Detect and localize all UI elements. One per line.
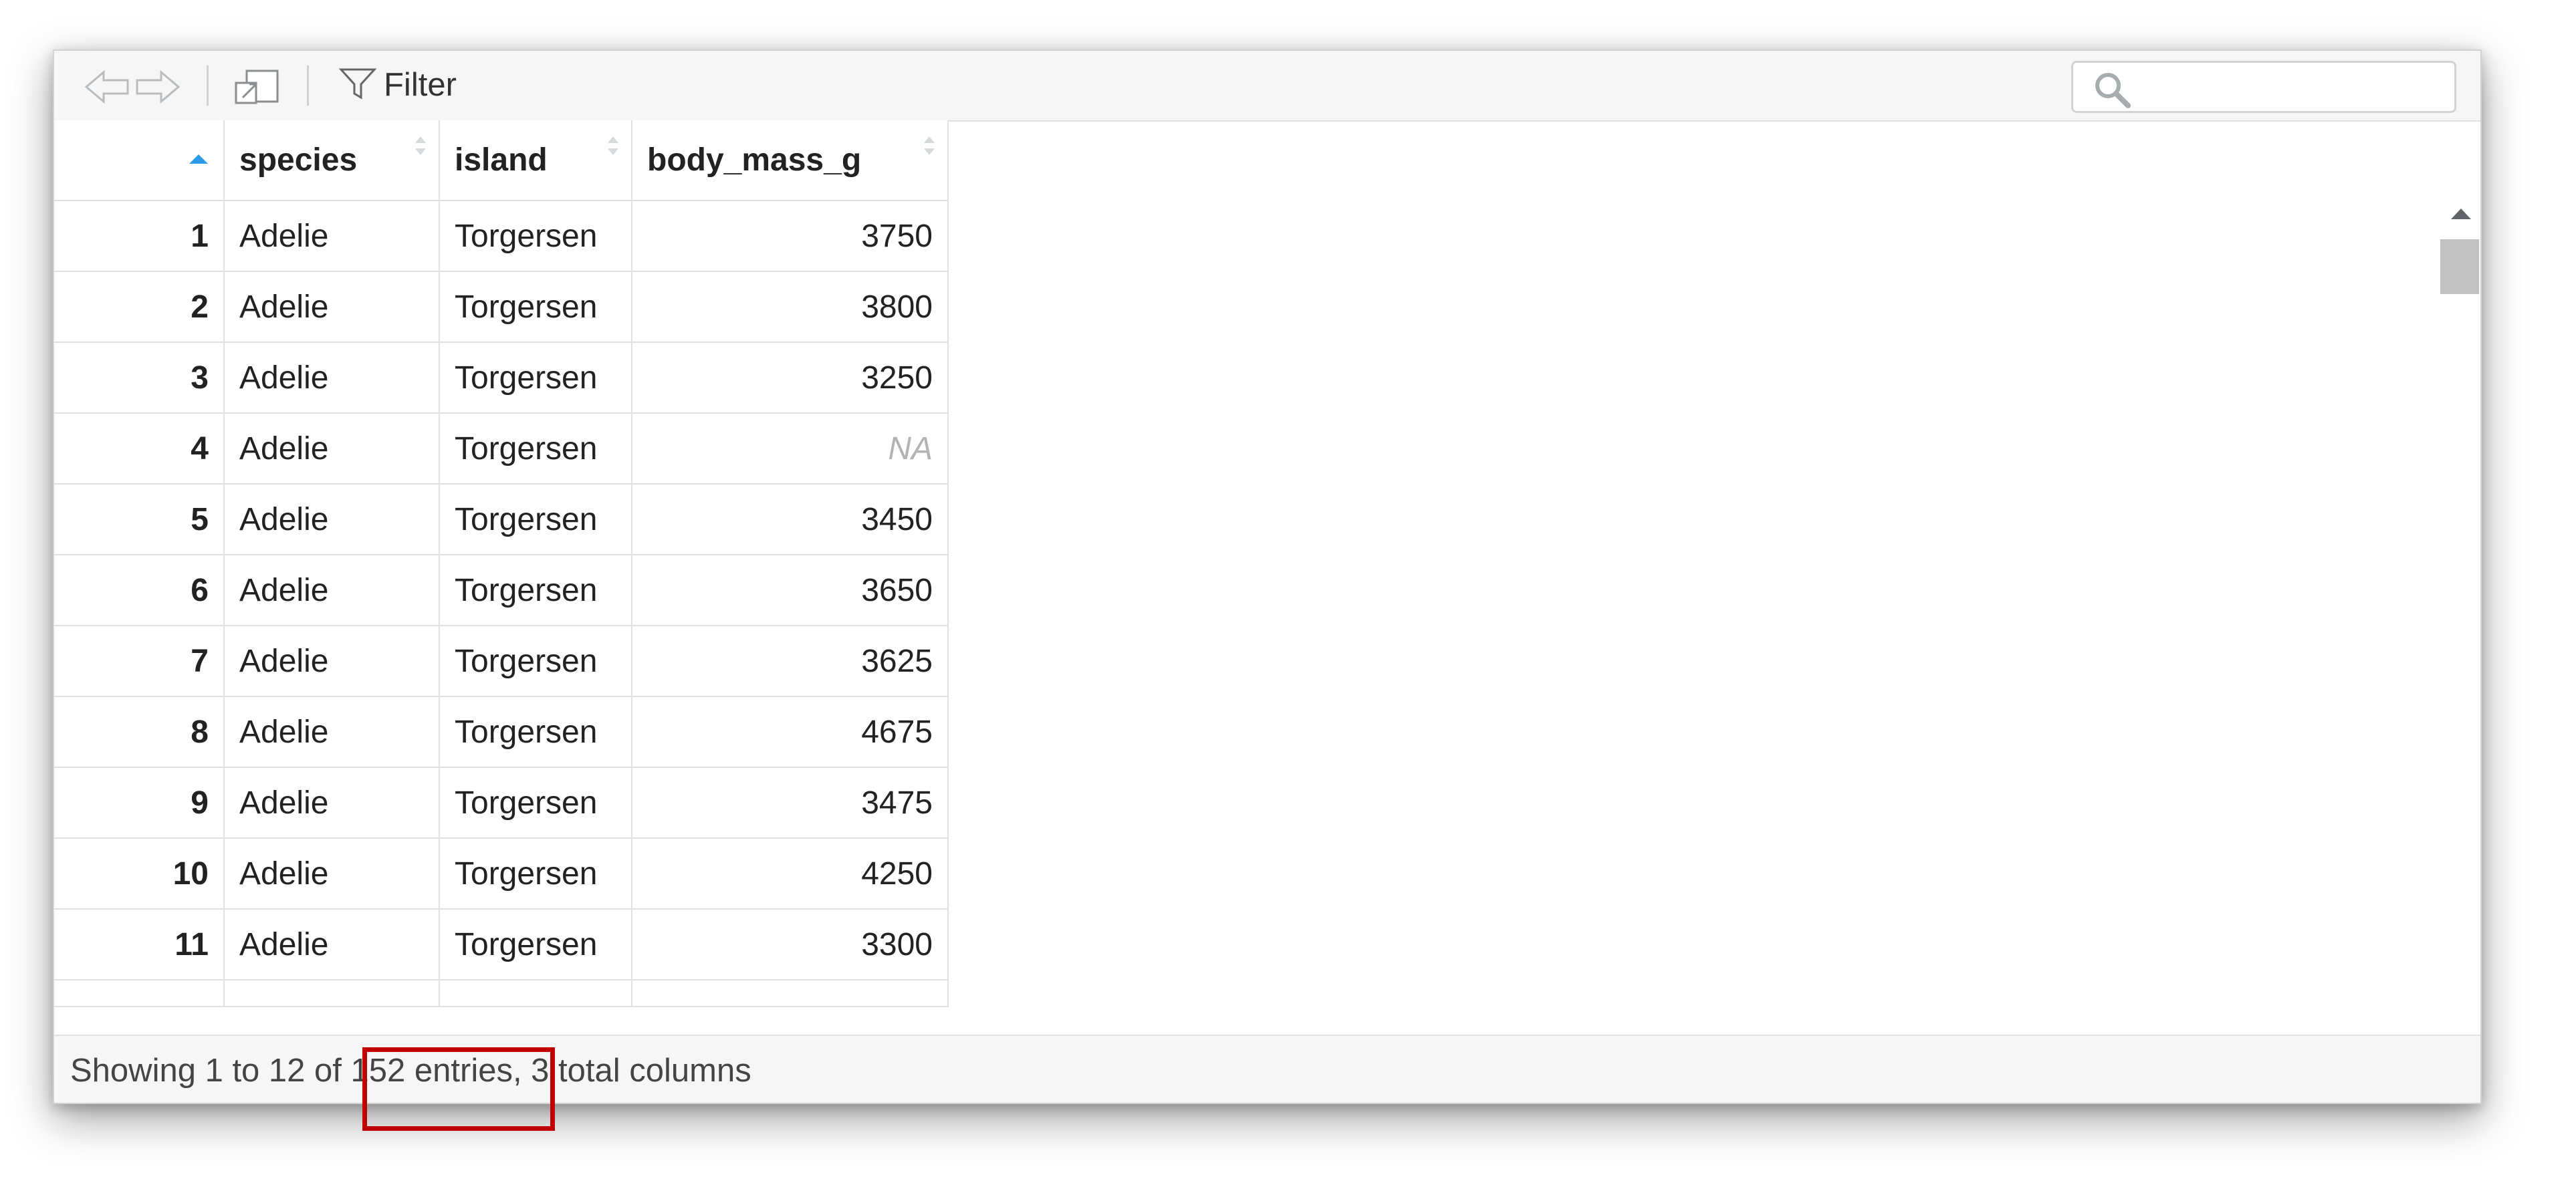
table-row[interactable]: 7 Adelie Torgersen 3625 [54, 625, 949, 697]
cell-island[interactable]: Torgersen [439, 837, 632, 910]
cell-island[interactable]: Torgersen [439, 342, 632, 414]
cell-island[interactable]: Torgersen [439, 412, 632, 485]
cell-species[interactable]: Adelie [223, 767, 440, 839]
filter-icon [338, 65, 377, 105]
table-row[interactable]: 9 Adelie Torgersen 3475 [54, 767, 949, 839]
cell-body-mass-g[interactable]: 3475 [631, 767, 949, 839]
row-number: 8 [54, 696, 225, 768]
cell-island[interactable]: Torgersen [439, 625, 632, 697]
filter-label: Filter [384, 67, 457, 103]
table-row[interactable]: 4 Adelie Torgersen NA [54, 412, 949, 485]
toolbar-separator [307, 65, 309, 106]
cell-species[interactable]: Adelie [223, 908, 440, 980]
table-row[interactable]: 1 Adelie Torgersen 3750 [54, 200, 949, 272]
row-number: 4 [54, 412, 225, 485]
row-number: 3 [54, 342, 225, 414]
table-row[interactable]: 8 Adelie Torgersen 4675 [54, 696, 949, 768]
table-row-partial[interactable] [54, 979, 949, 1007]
row-number: 7 [54, 625, 225, 697]
cell-body-mass-g[interactable]: 4675 [631, 696, 949, 768]
cell-species[interactable]: Adelie [223, 483, 440, 555]
table-row[interactable]: 5 Adelie Torgersen 3450 [54, 483, 949, 555]
cell-species[interactable]: Adelie [223, 625, 440, 697]
search-input[interactable] [2140, 68, 2444, 107]
cell-island[interactable]: Torgersen [439, 696, 632, 768]
cell-island[interactable]: Torgersen [439, 200, 632, 272]
data-table: species island body_mass_g 1 Adelie Torg… [54, 120, 949, 1007]
column-header-island[interactable]: island [439, 120, 632, 201]
cell-species[interactable]: Adelie [223, 696, 440, 768]
toolbar: Filter [54, 51, 2480, 122]
column-header-label: island [455, 142, 548, 178]
row-number: 2 [54, 271, 225, 343]
header-row: species island body_mass_g [54, 120, 949, 201]
cell-body-mass-g[interactable]: 3450 [631, 483, 949, 555]
popout-icon[interactable] [233, 67, 281, 110]
table-row[interactable]: 11 Adelie Torgersen 3300 [54, 908, 949, 980]
cell-island[interactable]: Torgersen [439, 767, 632, 839]
cell-species[interactable]: Adelie [223, 837, 440, 910]
cell-species[interactable]: Adelie [223, 271, 440, 343]
column-header-label: body_mass_g [647, 142, 862, 178]
cell-species[interactable]: Adelie [223, 412, 440, 485]
row-number-header[interactable] [54, 120, 225, 201]
scrollbar-thumb[interactable] [2440, 239, 2479, 294]
search-box[interactable] [2071, 61, 2456, 113]
cell-island[interactable]: Torgersen [439, 554, 632, 626]
cell-body-mass-g[interactable]: 3750 [631, 200, 949, 272]
row-number: 6 [54, 554, 225, 626]
column-header-label: species [239, 142, 358, 178]
sort-arrows-icon [608, 136, 618, 155]
row-number: 5 [54, 483, 225, 555]
cell-island[interactable]: Torgersen [439, 483, 632, 555]
cell-body-mass-g[interactable]: 3625 [631, 625, 949, 697]
forward-arrow-icon[interactable] [134, 68, 181, 109]
row-number: 11 [54, 908, 225, 980]
table-row[interactable]: 3 Adelie Torgersen 3250 [54, 342, 949, 414]
column-header-body-mass-g[interactable]: body_mass_g [631, 120, 949, 201]
row-number: 10 [54, 837, 225, 910]
row-number: 9 [54, 767, 225, 839]
data-viewer-window: Filter species island body_mass_g 1 Adel… [53, 49, 2482, 1104]
column-header-species[interactable]: species [223, 120, 440, 201]
cell-body-mass-g[interactable]: 3650 [631, 554, 949, 626]
filter-button[interactable]: Filter [338, 63, 457, 107]
cell-body-mass-g-na[interactable]: NA [631, 412, 949, 485]
cell-body-mass-g[interactable]: 3250 [631, 342, 949, 414]
table-row[interactable]: 2 Adelie Torgersen 3800 [54, 271, 949, 343]
table-row[interactable]: 10 Adelie Torgersen 4250 [54, 837, 949, 910]
cell-species[interactable]: Adelie [223, 200, 440, 272]
table-row[interactable]: 6 Adelie Torgersen 3650 [54, 554, 949, 626]
vertical-scrollbar[interactable] [2436, 188, 2480, 1084]
cell-species[interactable]: Adelie [223, 554, 440, 626]
toolbar-separator [207, 65, 209, 106]
cell-body-mass-g[interactable]: 3800 [631, 271, 949, 343]
sort-arrows-icon [924, 136, 935, 155]
highlight-annotation-box [362, 1047, 555, 1131]
cell-species[interactable]: Adelie [223, 342, 440, 414]
sort-arrows-icon [415, 136, 426, 155]
scroll-up-icon[interactable] [2450, 207, 2472, 224]
cell-island[interactable]: Torgersen [439, 271, 632, 343]
back-arrow-icon[interactable] [84, 68, 130, 109]
cell-island[interactable]: Torgersen [439, 908, 632, 980]
cell-body-mass-g[interactable]: 3300 [631, 908, 949, 980]
row-number: 1 [54, 200, 225, 272]
sort-ascending-icon [187, 136, 211, 173]
cell-body-mass-g[interactable]: 4250 [631, 837, 949, 910]
